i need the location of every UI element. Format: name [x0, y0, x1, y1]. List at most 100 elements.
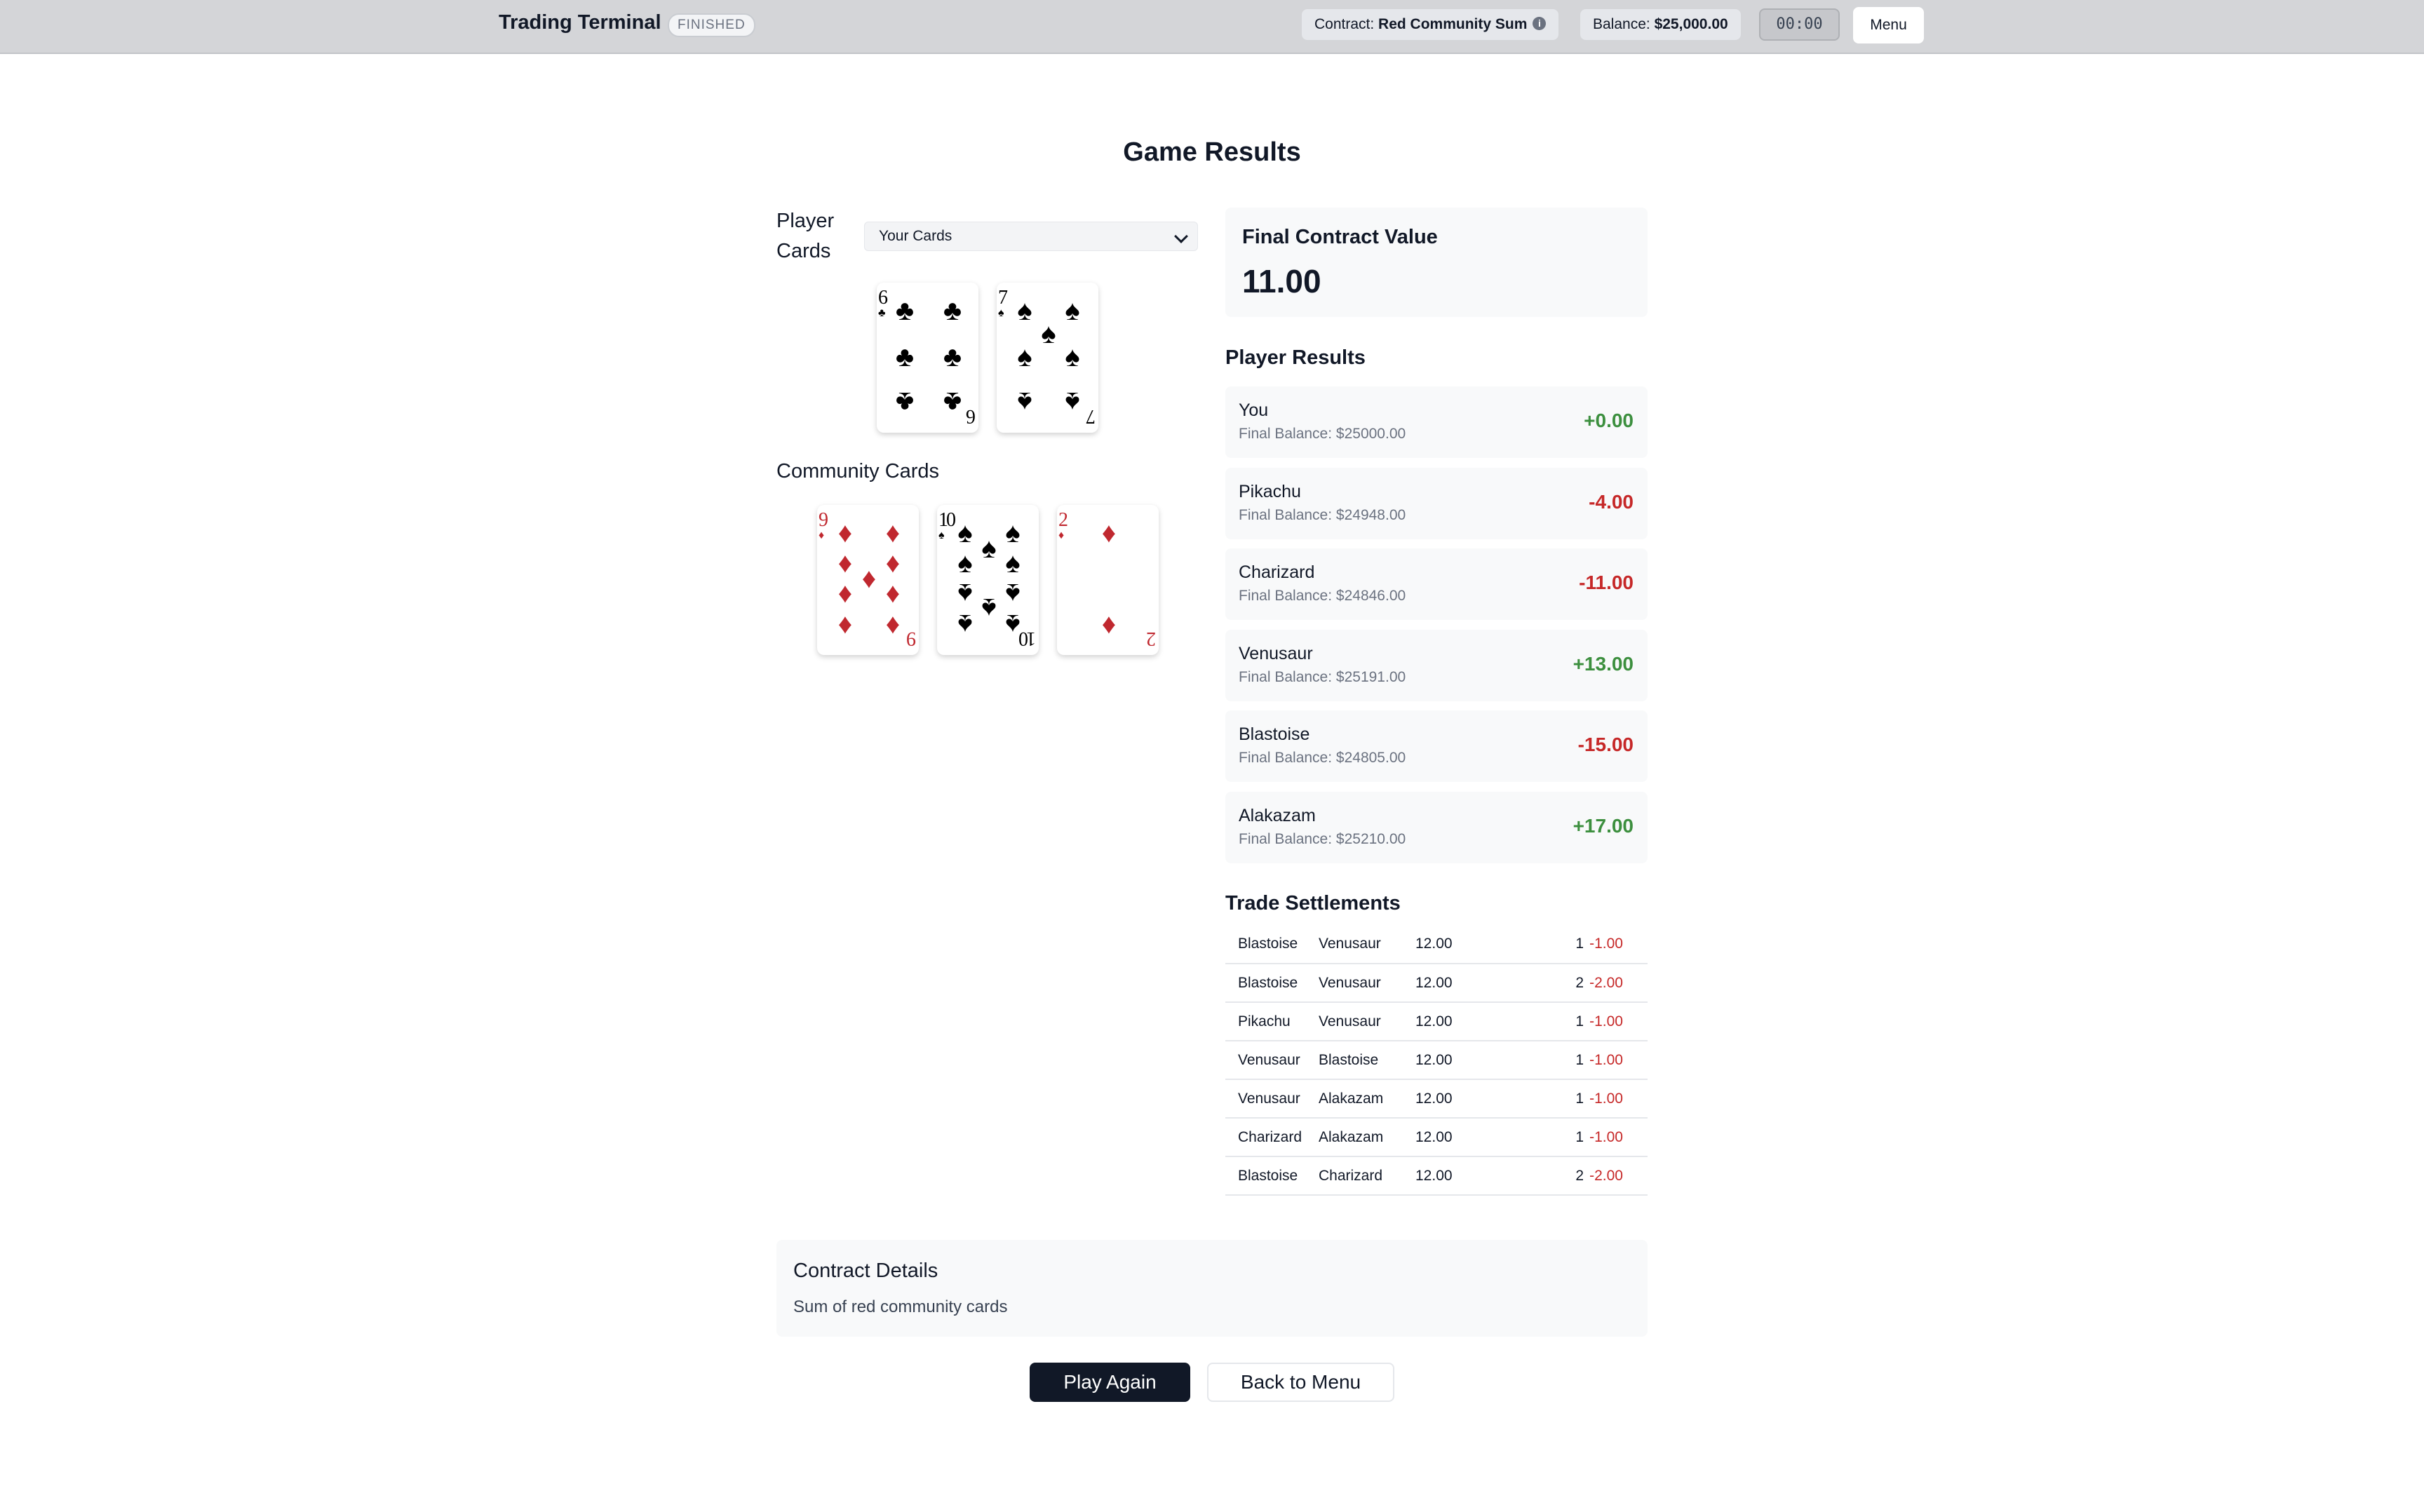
trade-qty: 1	[1514, 925, 1584, 964]
balance-value: $25,000.00	[1654, 16, 1728, 32]
diamond-icon: ♦	[885, 578, 901, 609]
player-name: Alakazam	[1239, 806, 1316, 825]
card-rank: 7	[998, 287, 1008, 309]
player-pnl: -15.00	[1577, 734, 1634, 755]
player-result-row: Blastoise Final Balance: $24805.00 -15.0…	[1225, 710, 1648, 782]
card-rank: 6	[878, 287, 888, 309]
trade-pnl: -1.00	[1584, 1118, 1648, 1157]
trade-price: 12.00	[1415, 1118, 1514, 1157]
diamond-icon: ♦	[885, 609, 901, 640]
player-pnl: -11.00	[1579, 572, 1634, 593]
contract-details-title: Contract Details	[793, 1260, 938, 1282]
player-final-balance: Final Balance: $24846.00	[1239, 588, 1406, 604]
trade-qty: 1	[1514, 1002, 1584, 1041]
trade-pnl: -1.00	[1584, 1041, 1648, 1080]
player-pnl: -4.00	[1589, 491, 1634, 513]
diamond-icon: ♦	[885, 548, 901, 579]
trade-pnl: -2.00	[1584, 1156, 1648, 1196]
table-row: Blastoise Venusaur 12.00 2 -2.00	[1225, 964, 1648, 1003]
diamond-icon: ♦	[837, 518, 853, 548]
final-contract-label: Final Contract Value	[1242, 226, 1438, 248]
community-card-2: 10 ♠ ♠ ♠ ♠ ♠ ♠ ♠ ♠ ♠ ♠ ♠ 10	[937, 505, 1039, 655]
menu-button[interactable]: Menu	[1853, 7, 1924, 43]
trade-buyer: Pikachu	[1225, 1002, 1319, 1041]
diamond-icon: ♦	[885, 518, 901, 548]
player-final-balance: Final Balance: $24805.00	[1239, 750, 1406, 766]
table-row: Blastoise Charizard 12.00 2 -2.00	[1225, 1156, 1648, 1196]
trade-qty: 2	[1514, 1156, 1584, 1196]
table-row: Pikachu Venusaur 12.00 1 -1.00	[1225, 1002, 1648, 1041]
top-bar: Trading Terminal FINISHED Contract: Red …	[0, 0, 2424, 54]
contract-details-description: Sum of red community cards	[793, 1297, 1008, 1316]
player-final-balance: Final Balance: $25000.00	[1239, 426, 1406, 442]
trade-price: 12.00	[1415, 1041, 1514, 1080]
balance-label: Balance:	[1593, 16, 1650, 32]
back-to-menu-button[interactable]: Back to Menu	[1207, 1363, 1394, 1402]
contract-details-card: Contract Details Sum of red community ca…	[776, 1240, 1648, 1337]
player-result-row: Pikachu Final Balance: $24948.00 -4.00	[1225, 468, 1648, 539]
card-rank: 7	[1088, 405, 1096, 427]
info-icon[interactable]: i	[1533, 16, 1547, 30]
card-rank: 9	[819, 509, 828, 531]
spade-icon: ♠	[1065, 295, 1080, 326]
player-pnl: +0.00	[1584, 410, 1634, 431]
player-name: Venusaur	[1239, 644, 1313, 663]
trade-settlements-title: Trade Settlements	[1225, 892, 1401, 914]
spade-icon: ♠	[1017, 386, 1032, 417]
chevron-down-icon	[1174, 229, 1188, 243]
player-name: Blastoise	[1239, 724, 1310, 744]
timer: 00:00	[1759, 8, 1840, 41]
community-card-3: 2 ♦ ♦ ♦ 2	[1057, 505, 1159, 655]
trade-price: 12.00	[1415, 1079, 1514, 1119]
community-cards-label: Community Cards	[776, 460, 940, 482]
trade-seller: Alakazam	[1319, 1118, 1415, 1157]
final-contract-card: Final Contract Value 11.00	[1225, 208, 1648, 317]
player-final-balance: Final Balance: $25210.00	[1239, 831, 1406, 847]
diamond-icon: ♦	[1058, 529, 1065, 541]
contract-label: Contract:	[1314, 16, 1375, 32]
card-rank: 6	[968, 405, 976, 427]
trade-buyer: Venusaur	[1225, 1041, 1319, 1080]
play-again-button[interactable]: Play Again	[1030, 1363, 1190, 1402]
club-icon: ♣	[878, 307, 886, 319]
trade-price: 12.00	[1415, 925, 1514, 964]
trade-pnl: -1.00	[1584, 1002, 1648, 1041]
card-rank: 10	[1021, 628, 1036, 649]
trade-pnl: -2.00	[1584, 964, 1648, 1003]
trade-price: 12.00	[1415, 1156, 1514, 1196]
club-icon: ♣	[943, 295, 962, 326]
table-row: Venusaur Alakazam 12.00 1 -1.00	[1225, 1079, 1648, 1119]
trade-seller: Venusaur	[1319, 964, 1415, 1003]
spade-icon: ♠	[957, 548, 973, 579]
player-cards-label: Player Cards	[776, 210, 835, 262]
club-icon: ♣	[895, 386, 915, 417]
diamond-icon: ♦	[837, 578, 853, 609]
spade-icon: ♠	[1065, 386, 1080, 417]
spade-icon: ♠	[1005, 518, 1021, 548]
player-name: You	[1239, 400, 1269, 420]
player-results-title: Player Results	[1225, 346, 1366, 369]
diamond-icon: ♦	[1101, 518, 1117, 548]
status-badge: FINISHED	[668, 13, 755, 37]
player-card-1: 6 ♣ ♣ ♣ ♣ ♣ ♣ ♣ 6	[877, 283, 978, 433]
club-icon: ♣	[895, 295, 915, 326]
trade-price: 12.00	[1415, 1002, 1514, 1041]
cards-view-select-value: Your Cards	[879, 228, 952, 244]
trade-seller: Alakazam	[1319, 1079, 1415, 1119]
player-result-row: Venusaur Final Balance: $25191.00 +13.00	[1225, 630, 1648, 701]
community-card-1: 9 ♦ ♦ ♦ ♦ ♦ ♦ ♦ ♦ ♦ ♦ 9	[817, 505, 919, 655]
diamond-icon: ♦	[819, 529, 825, 541]
trade-seller: Venusaur	[1319, 1002, 1415, 1041]
cards-view-select[interactable]: Your Cards	[864, 222, 1198, 251]
trade-buyer: Blastoise	[1225, 964, 1319, 1003]
spade-icon: ♠	[1005, 578, 1021, 609]
card-rank: 2	[1058, 509, 1068, 531]
player-pnl: +17.00	[1573, 815, 1634, 837]
trade-buyer: Venusaur	[1225, 1079, 1319, 1119]
trade-buyer: Blastoise	[1225, 1156, 1319, 1196]
club-icon: ♣	[943, 386, 962, 417]
spade-icon: ♠	[998, 307, 1004, 319]
player-name: Charizard	[1239, 562, 1315, 582]
spade-icon: ♠	[1017, 342, 1032, 372]
card-rank: 2	[1148, 628, 1156, 649]
